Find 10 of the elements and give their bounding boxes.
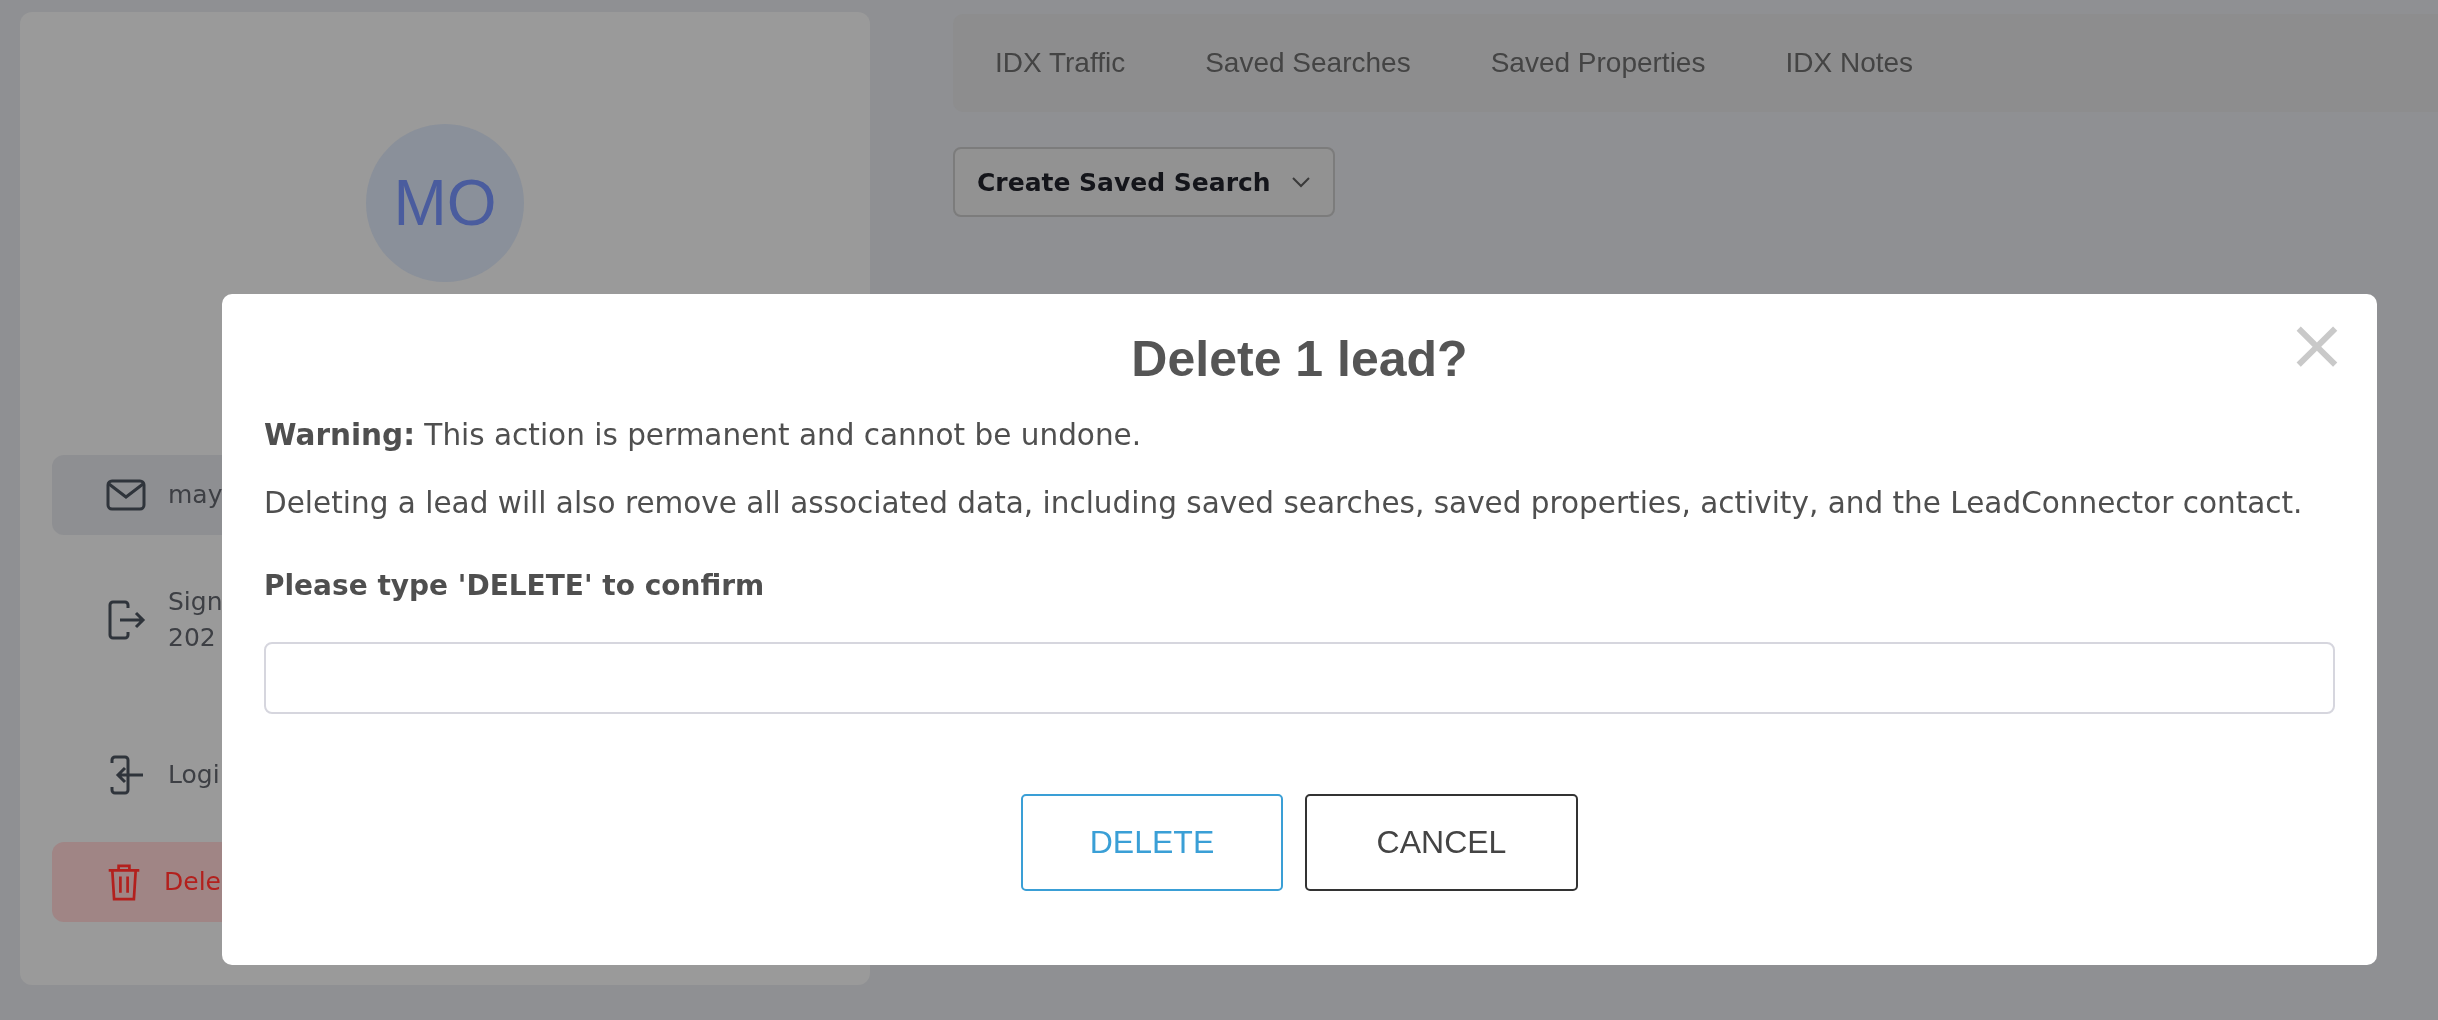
sidebar-item-text: Sign [168, 585, 223, 618]
dialog-title: Delete 1 lead? [1131, 330, 1468, 388]
sidebar-item-text: Dele [164, 865, 221, 898]
confirm-label: Please type 'DELETE' to confirm [264, 568, 766, 602]
sidebar-item-text: 202 [168, 622, 217, 654]
sidebar-item-text: Logi [168, 758, 220, 791]
sidebar-item-text: may [168, 478, 223, 511]
avatar: MO [366, 124, 524, 282]
warning-text: Warning: This action is permanent and cannot be undone. [264, 417, 1143, 454]
details-text: Deleting a lead will also remove all associated data, including saved searches, saved properties, activity, and the LeadConnector contact. [264, 485, 2304, 523]
